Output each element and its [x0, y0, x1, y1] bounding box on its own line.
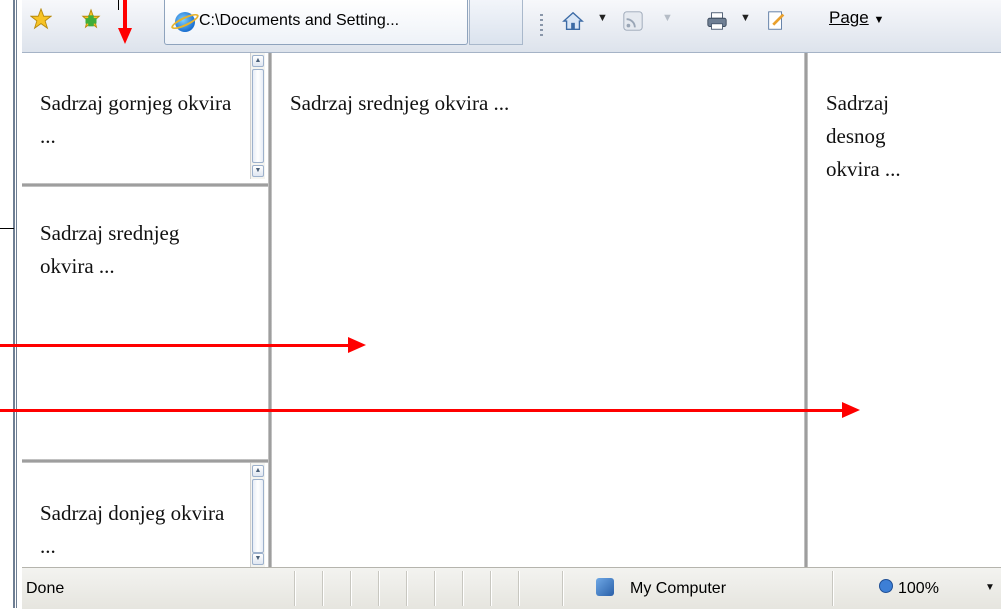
- zoom-icon[interactable]: [879, 579, 893, 593]
- frame-bottom-left-text: Sadrzaj donjeg okvira ...: [40, 501, 225, 558]
- scroll-thumb[interactable]: [252, 69, 264, 163]
- frame-center-text: Sadrzaj srednjeg okvira ...: [290, 91, 510, 115]
- home-dropdown-arrow[interactable]: ▼: [597, 12, 608, 24]
- frame-middle-left-text: Sadrzaj srednjeg okvira ...: [40, 221, 180, 278]
- scroll-thumb[interactable]: [252, 479, 264, 553]
- zoom-level[interactable]: 100%: [898, 580, 939, 598]
- annotation-arrow-down-shaft: [123, 0, 127, 30]
- zoom-dropdown-arrow[interactable]: ▼: [985, 582, 995, 593]
- window-left-edge: [16, 0, 17, 608]
- annotation-arrow-down-head: [118, 28, 132, 44]
- tab-current-page[interactable]: C:\Documents and Setting...: [164, 0, 468, 45]
- scroll-up-button[interactable]: ▲: [252, 465, 264, 477]
- frame-top-left[interactable]: Sadrzaj gornjeg okvira ... ▲ ▼: [22, 53, 268, 183]
- annotation-arrow-right-head: [842, 402, 860, 418]
- scrollbar-bottom-left[interactable]: ▲ ▼: [250, 463, 265, 567]
- page-icon[interactable]: [765, 10, 787, 32]
- status-bar: Done My Computer 100% ▼: [22, 567, 1001, 609]
- frame-right: Sadrzaj desnog okvira ...: [808, 53, 1001, 567]
- frame-bottom-left[interactable]: Sadrzaj donjeg okvira ... ▲ ▼: [22, 463, 268, 567]
- star-icon[interactable]: [30, 8, 52, 30]
- frameset: Sadrzaj gornjeg okvira ... ▲ ▼ Sadrzaj s…: [22, 53, 1001, 567]
- annotation-bracket: [0, 228, 14, 229]
- annotation-arrow-center-shaft: [0, 344, 350, 347]
- frame-right-text: Sadrzaj desnog okvira ...: [826, 91, 901, 181]
- page-menu-label: Page: [829, 8, 869, 27]
- annotation-arrow-right-shaft: [0, 409, 844, 412]
- add-favorite-icon[interactable]: [80, 8, 102, 30]
- frame-middle-left: Sadrzaj srednjeg okvira ...: [22, 187, 268, 459]
- annotation-arrow-center-head: [348, 337, 366, 353]
- page-dropdown-arrow: ▼: [873, 14, 885, 26]
- scroll-down-button[interactable]: ▼: [252, 553, 264, 565]
- tab-title: C:\Documents and Setting...: [199, 12, 400, 29]
- rss-feed-icon[interactable]: [622, 10, 644, 32]
- print-dropdown-arrow[interactable]: ▼: [740, 12, 751, 24]
- scrollbar-top-left[interactable]: ▲ ▼: [250, 53, 265, 179]
- status-text: Done: [26, 580, 65, 597]
- scroll-up-button[interactable]: ▲: [252, 55, 264, 67]
- home-icon[interactable]: [562, 10, 584, 32]
- new-tab-button[interactable]: [469, 0, 523, 45]
- toolbar-separator: [540, 14, 543, 38]
- annotation-tick: [118, 0, 119, 10]
- feeds-dropdown-arrow: ▼: [662, 12, 673, 24]
- security-zone-label: My Computer: [630, 580, 727, 597]
- page-menu[interactable]: Page ▼: [829, 8, 884, 28]
- command-bar: C:\Documents and Setting... ▼ ▼ ▼ Page ▼: [22, 0, 1001, 53]
- scroll-down-button[interactable]: ▼: [252, 165, 264, 177]
- frame-center: Sadrzaj srednjeg okvira ...: [272, 53, 804, 567]
- frame-top-left-text: Sadrzaj gornjeg okvira ...: [40, 91, 232, 148]
- computer-icon: [596, 578, 614, 596]
- printer-icon[interactable]: [706, 10, 728, 32]
